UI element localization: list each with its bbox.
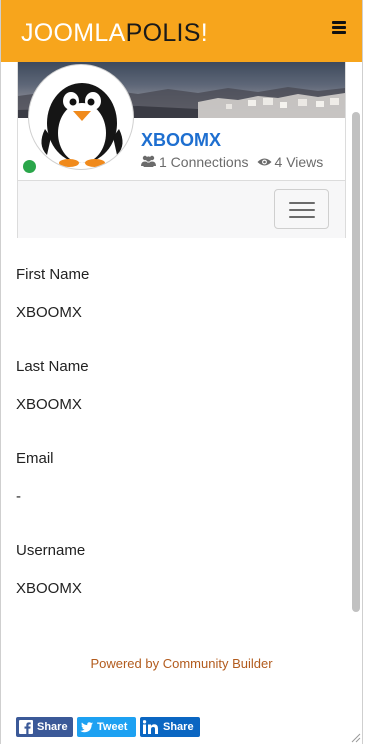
- twitter-tweet-button[interactable]: Tweet: [77, 717, 136, 737]
- logo-part-mark: !: [200, 19, 209, 47]
- profile-stats: 1 Connections 4 Views: [141, 154, 323, 170]
- views-count: 4 Views: [274, 154, 324, 170]
- linkedin-share-button[interactable]: Share: [140, 717, 200, 737]
- connections-count[interactable]: 1 Connections: [159, 154, 249, 170]
- users-icon: [141, 154, 156, 170]
- site-header: JOOMLAPOLIS!: [1, 0, 362, 62]
- field-value-email: -: [16, 488, 21, 505]
- logo-part-polis: POLIS: [125, 19, 201, 47]
- powered-by-link[interactable]: Powered by Community Builder: [0, 656, 363, 671]
- field-label-last-name: Last Name: [16, 358, 89, 375]
- field-value-first-name: XBOOMX: [16, 304, 82, 321]
- menu-icon[interactable]: [332, 21, 346, 35]
- penguin-icon: [41, 83, 123, 167]
- facebook-share-label: Share: [37, 721, 68, 733]
- field-label-first-name: First Name: [16, 266, 90, 283]
- linkedin-share-label: Share: [163, 721, 194, 733]
- logo-part-joomla: JOOMLA: [21, 19, 126, 47]
- resize-grip-icon[interactable]: [351, 730, 361, 743]
- eye-icon: [257, 154, 272, 170]
- field-value-username: XBOOMX: [16, 580, 82, 597]
- vertical-scrollbar-thumb[interactable]: [352, 112, 360, 612]
- facebook-share-button[interactable]: Share: [16, 717, 73, 737]
- twitter-bird-icon: [80, 721, 93, 733]
- profile-menu-bar: [18, 180, 345, 238]
- profile-name-link[interactable]: XBOOMX: [141, 130, 221, 151]
- profile-card: XBOOMX 1 Connections 4 Views: [17, 62, 346, 238]
- avatar[interactable]: [28, 64, 134, 170]
- social-share-bar: Share Tweet Share: [16, 717, 200, 737]
- navbar-toggle-button[interactable]: [274, 189, 329, 229]
- twitter-tweet-label: Tweet: [97, 721, 128, 733]
- field-value-last-name: XBOOMX: [16, 396, 82, 413]
- field-label-email: Email: [16, 450, 54, 467]
- field-label-username: Username: [16, 542, 86, 559]
- linkedin-icon: [143, 720, 159, 734]
- online-status-indicator: [23, 160, 36, 173]
- facebook-icon: [19, 720, 33, 734]
- site-logo[interactable]: JOOMLAPOLIS!: [21, 18, 208, 48]
